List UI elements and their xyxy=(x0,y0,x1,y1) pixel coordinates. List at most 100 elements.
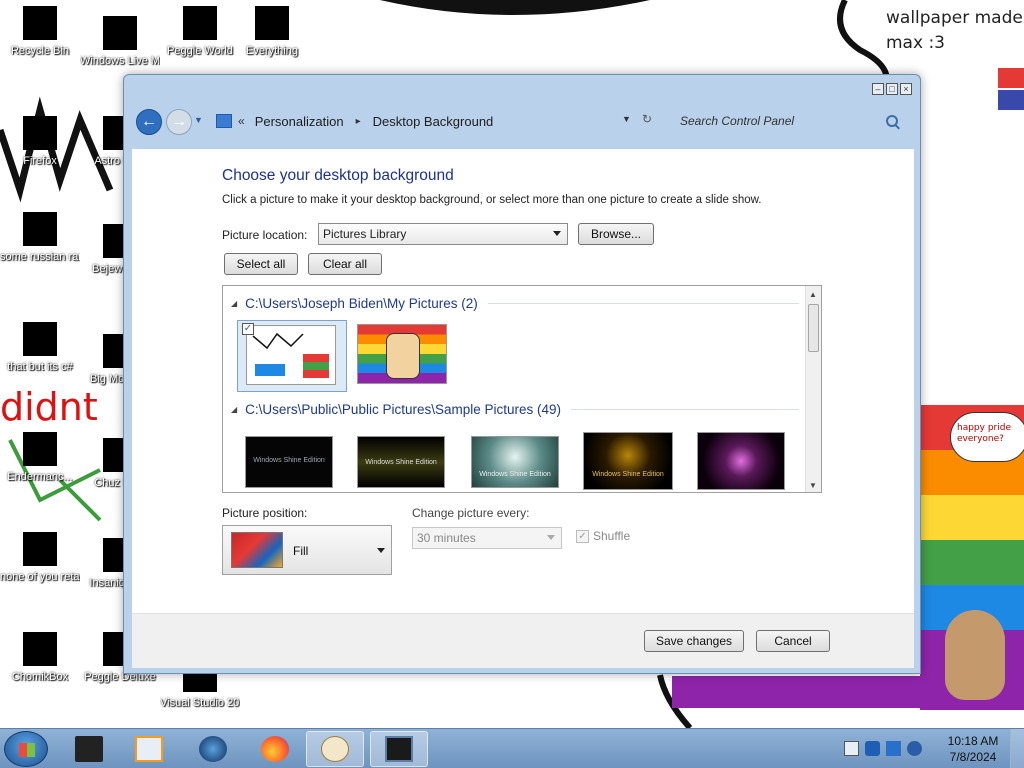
thumbnail-rainbow[interactable] xyxy=(357,324,447,384)
recent-pages-dropdown-icon[interactable]: ▼ xyxy=(194,115,203,125)
breadcrumb-separator-icon[interactable]: ▸ xyxy=(356,116,361,127)
picture-position-select[interactable]: Fill xyxy=(222,525,392,575)
taskbar-item-media-player[interactable] xyxy=(120,731,178,767)
taskbar-item-paint[interactable] xyxy=(306,731,364,767)
rainbow-green xyxy=(920,540,1024,585)
close-button[interactable]: × xyxy=(900,83,912,95)
search-icon[interactable] xyxy=(886,115,898,127)
taskbar-item-control-panel[interactable] xyxy=(370,731,428,767)
recycle-bin-icon xyxy=(23,6,57,40)
picture-gallery: ◢ C:\Users\Joseph Biden\My Pictures (2) … xyxy=(222,285,822,493)
change-picture-every-value: 30 minutes xyxy=(417,531,476,545)
collapse-icon[interactable]: ◢ xyxy=(231,299,237,308)
scroll-down-icon[interactable]: ▼ xyxy=(809,481,817,490)
clock-date: 7/8/2024 xyxy=(949,750,997,764)
address-bar[interactable]: « Personalization ▸ Desktop Background xyxy=(210,107,658,135)
search-input[interactable]: Search Control Panel xyxy=(680,114,886,128)
dialog-footer: Save changes Cancel xyxy=(132,613,914,668)
desktop-icon-label: Endermanc... xyxy=(7,471,73,483)
thumbnail-image xyxy=(246,325,336,385)
peggle-icon xyxy=(183,6,217,40)
forward-button[interactable]: → xyxy=(166,109,192,135)
desktop-icon-label: Visual Studio 2015 xyxy=(160,697,240,709)
desktop-icon[interactable]: Peggle World xyxy=(160,6,240,58)
picture-location-select[interactable]: Pictures Library xyxy=(318,223,568,245)
group-title: C:\Users\Joseph Biden\My Pictures (2) xyxy=(245,296,478,311)
thumbnail-sample-3[interactable]: Windows Shine Edition xyxy=(471,436,559,488)
browse-button[interactable]: Browse... xyxy=(578,223,654,245)
desktop-icon[interactable]: Everything xyxy=(232,6,312,58)
collapse-icon[interactable]: ◢ xyxy=(231,405,237,414)
network-icon[interactable] xyxy=(886,741,901,756)
desktop-icon[interactable]: ChomikBox xyxy=(0,632,80,684)
gallery-scrollbar[interactable]: ▲ ▼ xyxy=(805,286,821,492)
app-icon xyxy=(23,432,57,466)
control-panel-icon xyxy=(216,114,232,128)
start-button[interactable] xyxy=(4,731,48,767)
control-panel-window: – □ × ← → ▼ « Personalization ▸ Desktop … xyxy=(123,74,921,674)
taskbar-item-app[interactable] xyxy=(60,731,118,767)
firefox-icon xyxy=(23,116,57,150)
wallpaper-caption: wallpaper made max :3 xyxy=(886,8,1023,53)
chomikbox-icon xyxy=(23,632,57,666)
content-pane: Choose your desktop background Click a p… xyxy=(132,149,914,613)
desktop-icon-label: Windows Live Ma xyxy=(80,55,160,67)
media-player-icon xyxy=(135,736,163,762)
thumbnail-sample-1[interactable]: Windows Shine Edition xyxy=(245,436,333,488)
app-icon xyxy=(23,532,57,566)
change-picture-every-label: Change picture every: xyxy=(412,506,530,520)
desktop-icon[interactable]: that but its c# xyxy=(0,322,80,374)
back-button[interactable]: ← xyxy=(136,109,162,135)
address-dropdown-icon[interactable]: ▼ xyxy=(622,114,631,124)
save-changes-button[interactable]: Save changes xyxy=(644,630,744,652)
refresh-icon[interactable]: ↻ xyxy=(642,112,652,126)
group-header-my-pictures[interactable]: ◢ C:\Users\Joseph Biden\My Pictures (2) xyxy=(231,296,799,311)
desktop-icon-label: that but its c# xyxy=(7,361,73,373)
flag-blue-stripe xyxy=(998,90,1024,110)
thumbnail-sample-4[interactable]: Windows Shine Edition xyxy=(583,432,673,490)
minimize-button[interactable]: – xyxy=(872,83,884,95)
group-header-sample-pictures[interactable]: ◢ C:\Users\Public\Public Pictures\Sample… xyxy=(231,402,799,417)
windows-live-icon xyxy=(103,16,137,50)
desktop-icon[interactable]: Recycle Bin xyxy=(0,6,80,58)
title-bar[interactable]: – □ × xyxy=(124,75,920,101)
page-description: Click a picture to make it your desktop … xyxy=(222,194,762,206)
desktop-icon[interactable]: some russian ran a rat xyxy=(0,212,80,264)
volume-icon[interactable] xyxy=(907,741,922,756)
maximize-button[interactable]: □ xyxy=(886,83,898,95)
shuffle-label: Shuffle xyxy=(593,529,631,543)
scroll-up-icon[interactable]: ▲ xyxy=(809,290,817,299)
cartoon-face-icon xyxy=(386,333,420,379)
desktop-icon-label: some russian ran a rat xyxy=(0,251,80,263)
chevron-left-icon[interactable]: « xyxy=(238,114,245,128)
picture-location-value: Pictures Library xyxy=(323,227,407,241)
search-box[interactable]: Search Control Panel xyxy=(672,107,908,135)
navigation-bar: ← → ▼ « Personalization ▸ Desktop Backgr… xyxy=(130,103,914,139)
scroll-thumb[interactable] xyxy=(808,304,819,352)
desktop-icon-label: Peggle World xyxy=(167,45,233,57)
tray-app-icon[interactable] xyxy=(865,741,880,756)
sketch-thumbnail-icon xyxy=(252,332,329,378)
tray-expand-icon[interactable] xyxy=(844,741,859,756)
thumbnail-item-selected[interactable]: ✓ xyxy=(237,320,347,392)
select-all-button[interactable]: Select all xyxy=(224,253,298,275)
desktop-icon[interactable]: none of you retards kno... xyxy=(0,532,80,584)
desktop-icon[interactable]: Firefox xyxy=(0,116,80,168)
taskbar: 10:18 AM 7/8/2024 xyxy=(0,728,1024,768)
cancel-button[interactable]: Cancel xyxy=(756,630,830,652)
clear-all-button[interactable]: Clear all xyxy=(308,253,382,275)
clock[interactable]: 10:18 AM 7/8/2024 xyxy=(942,733,1004,765)
desktop-icon[interactable]: Windows Live Ma xyxy=(80,16,160,68)
breadcrumb-desktop-background[interactable]: Desktop Background xyxy=(373,114,494,129)
show-desktop-button[interactable] xyxy=(1010,729,1024,768)
taskbar-item-firefox[interactable] xyxy=(246,731,304,767)
clock-time: 10:18 AM xyxy=(947,734,999,748)
taskbar-item-browser[interactable] xyxy=(184,731,242,767)
breadcrumb-personalization[interactable]: Personalization xyxy=(255,114,344,129)
desktop-icon[interactable]: Endermanc... xyxy=(0,432,80,484)
thumbnail-sample-5[interactable] xyxy=(697,432,785,490)
thumbnail-checkbox[interactable]: ✓ xyxy=(242,323,254,335)
thumbnail-sample-2[interactable]: Windows Shine Edition xyxy=(357,436,445,488)
firefox-icon xyxy=(261,736,289,762)
change-picture-every-select: 30 minutes xyxy=(412,527,562,549)
